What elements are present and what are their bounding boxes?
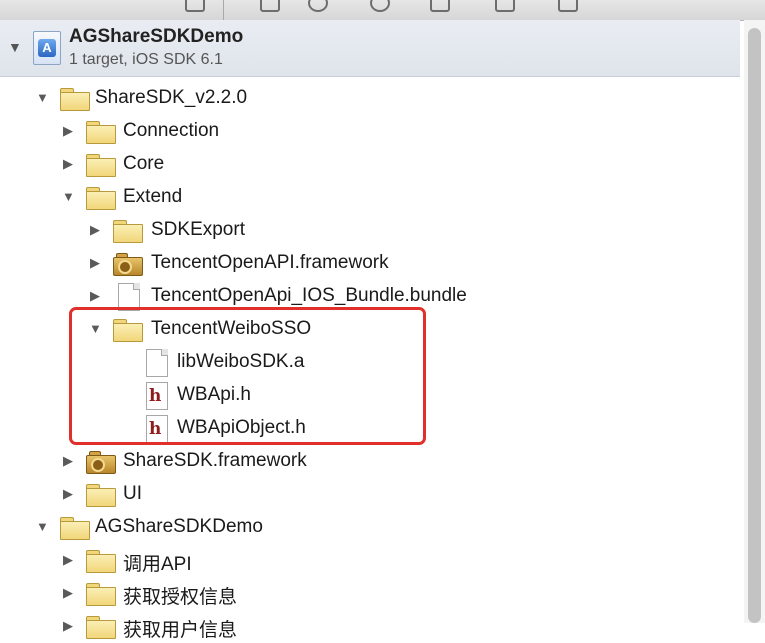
folder-icon [86, 154, 116, 177]
issue-navigator-icon[interactable] [370, 0, 390, 12]
tree-item-label: TencentOpenApi_IOS_Bundle.bundle [151, 285, 467, 306]
disclosure-expanded-icon[interactable]: ▼ [62, 190, 75, 204]
disclosure-collapsed-icon[interactable]: ▶ [62, 157, 74, 171]
scrollbar-thumb[interactable] [748, 28, 761, 623]
disclosure-expanded-icon[interactable]: ▼ [36, 520, 49, 534]
tree-item-label: Core [123, 153, 165, 174]
tree-item-label: TencentOpenAPI.framework [151, 252, 389, 273]
folder-icon [86, 484, 116, 507]
debug-navigator-icon[interactable] [430, 0, 450, 12]
framework-icon [113, 253, 143, 276]
tree-item-label: 获取授权信息 [123, 587, 238, 608]
tree-item-label: 调用API [123, 554, 192, 575]
tree-row-sdkexport[interactable]: ▶ SDKExport [0, 214, 740, 247]
disclosure-collapsed-icon[interactable]: ▶ [62, 553, 74, 567]
tree-row-get-user-info[interactable]: ▶ 获取用户信息 [0, 610, 740, 643]
disclosure-collapsed-icon[interactable]: ▶ [62, 124, 74, 138]
folder-icon [86, 187, 116, 210]
disclosure-collapsed-icon[interactable]: ▶ [62, 619, 74, 633]
breakpoint-navigator-icon[interactable] [495, 0, 515, 12]
tree-item-label: SDKExport [151, 219, 245, 240]
project-navigator-icon[interactable] [185, 0, 205, 12]
vertical-scrollbar[interactable] [744, 20, 765, 623]
folder-icon [60, 88, 90, 111]
tree-row-tencent-openapi-framework[interactable]: ▶ TencentOpenAPI.framework [0, 247, 740, 280]
tree-item-label: 获取用户信息 [123, 620, 238, 641]
tree-row-ui[interactable]: ▶ UI [0, 478, 740, 511]
tree-row-call-api[interactable]: ▶ 调用API [0, 544, 740, 577]
framework-icon [86, 451, 116, 474]
folder-icon [86, 550, 116, 573]
tree-row-demo-group[interactable]: ▼ AGShareSDKDemo [0, 511, 740, 544]
disclosure-collapsed-icon[interactable]: ▶ [62, 454, 74, 468]
disclosure-collapsed-icon[interactable]: ▶ [89, 223, 101, 237]
tree-item-label: ShareSDK_v2.2.0 [95, 87, 248, 108]
tree-row-get-auth-info[interactable]: ▶ 获取授权信息 [0, 577, 740, 610]
highlight-annotation-box [69, 307, 426, 445]
disclosure-collapsed-icon[interactable]: ▶ [62, 487, 74, 501]
tree-item-label: AGShareSDKDemo [95, 516, 263, 537]
tree-row-sharesdk-framework[interactable]: ▶ ShareSDK.framework [0, 445, 740, 478]
toolbar-separator [223, 0, 224, 20]
tree-row-connection[interactable]: ▶ Connection [0, 115, 740, 148]
folder-icon [60, 517, 90, 540]
folder-icon [86, 616, 116, 639]
tree-item-label: ShareSDK.framework [123, 450, 307, 471]
app-store-glyph-icon: A [38, 39, 56, 57]
disclosure-expanded-icon[interactable]: ▼ [8, 39, 22, 55]
search-navigator-icon[interactable] [308, 0, 328, 12]
tree-row-extend[interactable]: ▼ Extend [0, 181, 740, 214]
tree-item-label: UI [123, 483, 142, 504]
folder-icon [86, 121, 116, 144]
disclosure-expanded-icon[interactable]: ▼ [36, 91, 49, 105]
log-navigator-icon[interactable] [558, 0, 578, 12]
tree-row-core[interactable]: ▶ Core [0, 148, 740, 181]
disclosure-collapsed-icon[interactable]: ▶ [62, 586, 74, 600]
project-name: AGShareSDKDemo [69, 26, 244, 47]
project-subtitle: 1 target, iOS SDK 6.1 [69, 51, 223, 68]
tree-item-label: Connection [123, 120, 220, 141]
symbol-navigator-icon[interactable] [260, 0, 280, 12]
project-header-row[interactable]: ▼ A AGShareSDKDemo 1 target, iOS SDK 6.1 [0, 20, 740, 77]
tree-item-label: Extend [123, 186, 183, 207]
navigator-toolbar [0, 0, 765, 21]
xcode-project-icon: A [33, 31, 61, 65]
folder-icon [86, 583, 116, 606]
disclosure-collapsed-icon[interactable]: ▶ [89, 256, 101, 270]
tree-row-sharesdk-group[interactable]: ▼ ShareSDK_v2.2.0 [0, 82, 740, 115]
disclosure-collapsed-icon[interactable]: ▶ [89, 289, 101, 303]
folder-icon [113, 220, 143, 243]
